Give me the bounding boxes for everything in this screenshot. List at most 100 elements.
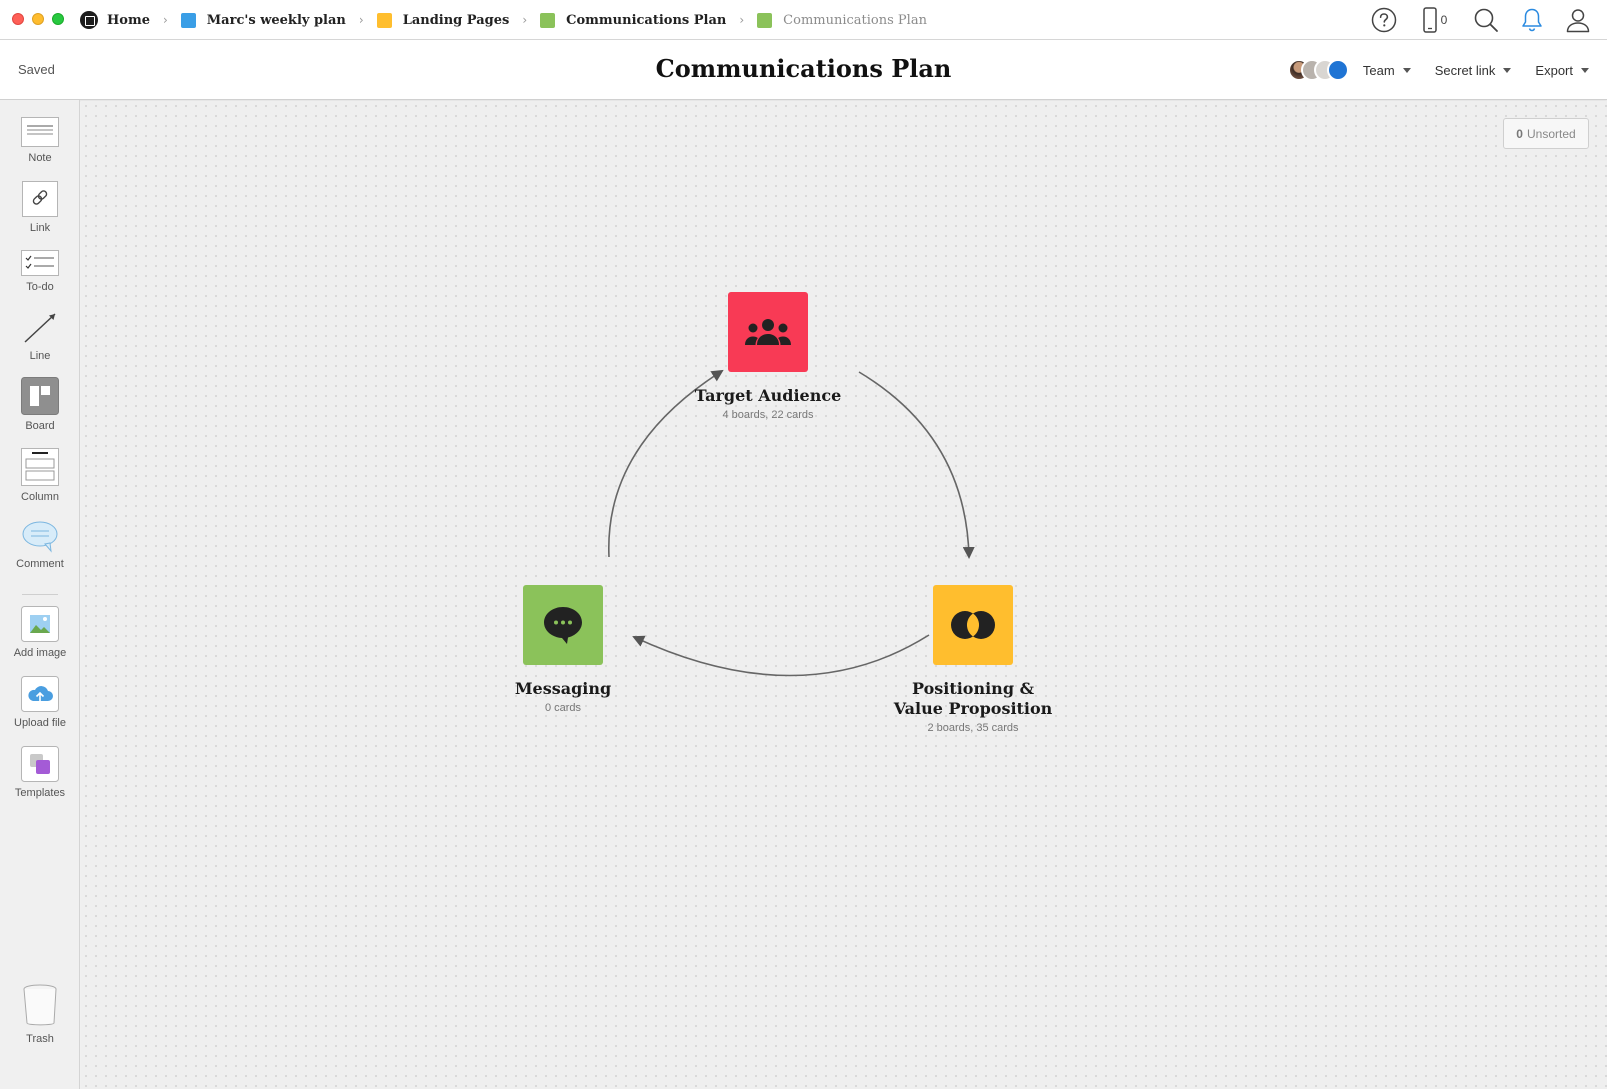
caret-down-icon <box>1503 68 1512 73</box>
window-titlebar: Home › Marc's weekly plan › Landing Page… <box>0 0 1607 40</box>
line-icon <box>24 313 56 343</box>
comment-bubble-icon <box>22 521 58 553</box>
chevron-right-icon: › <box>162 13 168 27</box>
breadcrumb-communications-plan[interactable]: Communications Plan <box>540 0 726 40</box>
connector-lines <box>608 369 975 677</box>
arrow-positioning-to-messaging[interactable] <box>632 634 930 677</box>
breadcrumb-home[interactable]: Home <box>80 0 150 40</box>
board-tile <box>933 585 1013 665</box>
note-icon <box>21 117 59 147</box>
export-dropdown[interactable]: Export <box>1535 63 1589 78</box>
tool-todo[interactable]: To-do <box>0 250 80 293</box>
bell-icon <box>1522 8 1542 32</box>
templates-icon <box>21 746 59 782</box>
board-target-audience[interactable]: Target Audience 4 boards, 22 cards <box>688 292 848 421</box>
breadcrumb-marcs-weekly-plan[interactable]: Marc's weekly plan <box>180 0 346 40</box>
tool-label: Upload file <box>14 717 66 729</box>
tool-link[interactable]: Link <box>0 181 80 234</box>
breadcrumb-label: Marc's weekly plan <box>206 12 346 28</box>
arrow-target-to-positioning[interactable] <box>858 371 975 559</box>
board-title: Target Audience <box>694 386 842 405</box>
board-tile <box>523 585 603 665</box>
tool-label: Templates <box>14 787 66 799</box>
chat-bubble-icon <box>544 607 582 644</box>
tool-label: Board <box>25 420 55 432</box>
breadcrumb: Home › Marc's weekly plan › Landing Page… <box>80 0 927 40</box>
unsorted-label: Unsorted <box>1526 126 1576 141</box>
board-meta: 4 boards, 22 cards <box>722 409 814 421</box>
board-icon <box>21 377 59 415</box>
tool-label: Comment <box>16 558 64 570</box>
tool-label: To-do <box>26 281 54 293</box>
tool-label: Line <box>29 350 51 362</box>
minimize-window-button[interactable] <box>32 13 44 25</box>
board-canvas[interactable]: 0 Unsorted Target Audience 4 boards, 22 … <box>81 101 1607 1089</box>
breadcrumb-label: Landing Pages <box>402 12 510 28</box>
tool-comment[interactable]: Comment <box>0 521 80 570</box>
secret-link-dropdown[interactable]: Secret link <box>1435 63 1512 78</box>
board-tile <box>728 292 808 372</box>
breadcrumb-current: Communications Plan <box>757 0 927 40</box>
trash-button[interactable]: Trash <box>0 984 80 1045</box>
phone-icon <box>1422 7 1437 33</box>
user-icon <box>1566 9 1590 33</box>
help-button[interactable] <box>1361 0 1407 40</box>
cloud-upload-icon <box>21 676 59 712</box>
mobile-app-button[interactable]: 0 <box>1407 0 1463 40</box>
maximize-window-button[interactable] <box>52 13 64 25</box>
help-icon <box>1371 7 1397 33</box>
todo-icon <box>21 250 59 276</box>
tool-add-image[interactable]: Add image <box>0 606 80 659</box>
board-positioning-value-proposition[interactable]: Positioning & Value Proposition 2 boards… <box>893 585 1053 734</box>
image-icon <box>21 606 59 642</box>
chevron-right-icon: › <box>358 13 364 27</box>
search-button[interactable] <box>1463 0 1509 40</box>
caret-down-icon <box>1581 68 1589 73</box>
unsorted-button[interactable]: 0 Unsorted <box>1503 118 1589 149</box>
board-color-swatch <box>757 12 773 28</box>
board-color-swatch <box>376 12 392 28</box>
board-meta: 0 cards <box>544 702 582 714</box>
caret-down-icon <box>1402 68 1411 73</box>
team-label: Team <box>1362 62 1395 78</box>
tool-sidebar: Note Link To-do Line Board Column Commen… <box>0 100 80 1089</box>
sidebar-divider <box>22 594 58 595</box>
breadcrumb-label: Communications Plan <box>783 12 927 28</box>
search-icon <box>1474 8 1498 32</box>
home-logo-icon <box>80 11 98 29</box>
tool-label: Note <box>28 152 52 164</box>
breadcrumb-landing-pages[interactable]: Landing Pages <box>376 0 510 40</box>
column-icon <box>21 448 59 486</box>
board-meta: 2 boards, 35 cards <box>927 722 1019 734</box>
board-messaging[interactable]: Messaging 0 cards <box>483 585 643 714</box>
trash-icon <box>23 984 57 1026</box>
unsorted-count: 0 <box>1516 126 1523 141</box>
tool-label: Column <box>21 491 59 503</box>
tool-templates[interactable]: Templates <box>0 746 80 799</box>
tool-upload-file[interactable]: Upload file <box>0 676 80 729</box>
tool-note[interactable]: Note <box>0 117 80 164</box>
secret-link-label: Secret link <box>1434 62 1496 78</box>
board-title: Messaging <box>514 679 612 698</box>
board-color-swatch <box>180 12 196 28</box>
breadcrumb-label: Communications Plan <box>566 12 727 28</box>
chevron-right-icon: › <box>522 13 528 27</box>
export-label: Export <box>1535 62 1573 78</box>
board-color-swatch <box>540 12 556 28</box>
trash-label: Trash <box>26 1033 54 1045</box>
board-header: Saved Communications Plan Team Secret li… <box>0 40 1607 100</box>
tool-line[interactable]: Line <box>0 311 80 362</box>
chevron-right-icon: › <box>739 13 745 27</box>
link-icon <box>22 181 58 217</box>
team-dropdown[interactable]: Team <box>1363 63 1411 78</box>
breadcrumb-label: Home <box>107 12 150 28</box>
notifications-button[interactable] <box>1509 0 1555 40</box>
overlap-circles-icon <box>951 611 995 639</box>
tool-label: Link <box>29 222 51 234</box>
account-button[interactable] <box>1555 0 1601 40</box>
tool-column[interactable]: Column <box>0 448 80 503</box>
phone-count: 0 <box>1440 13 1448 27</box>
tool-board[interactable]: Board <box>0 377 80 432</box>
collaborator-avatars[interactable] <box>1287 59 1349 81</box>
close-window-button[interactable] <box>12 13 24 25</box>
